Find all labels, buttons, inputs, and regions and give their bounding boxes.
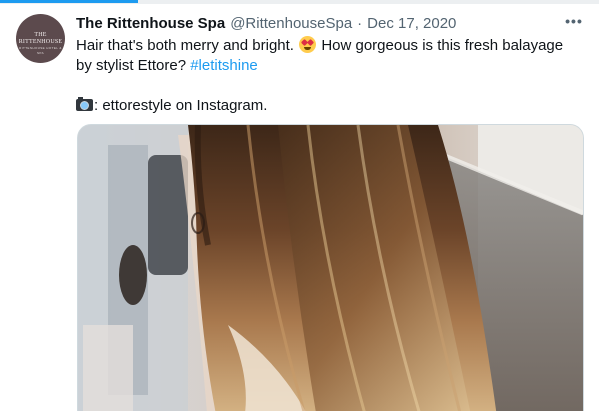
tab-underline-accent [0,0,138,3]
display-name[interactable]: The Rittenhouse Spa [76,15,225,32]
tweet-text-segment: Hair that's both merry and bright. [76,37,294,54]
heart-eyes-emoji-icon [299,36,317,53]
user-handle[interactable]: @RittenhouseSpa [230,15,352,32]
tweet-text: Hair that's both merry and bright. How g… [76,36,586,116]
tweet-text-line-3: : ettorestyle on Instagram. [76,96,586,116]
tweet-text-segment: How gorgeous is this fresh balayage [321,37,564,54]
tweet-date[interactable]: Dec 17, 2020 [367,15,456,32]
hashtag-link[interactable]: #letitshine [190,57,258,74]
tweet-text-segment: by stylist Ettore? [76,57,187,74]
more-options-button[interactable]: ••• [562,13,586,33]
separator-dot: · [357,14,363,32]
tweet-text-line-1: Hair that's both merry and bright. How g… [76,36,586,56]
tweet-header: The Rittenhouse Spa @RittenhouseSpa · De… [76,13,456,33]
tweet-photo[interactable] [77,124,584,411]
avatar-logo-subtitle: RITTENHOUSE HOTEL & SPA [19,46,62,55]
balayage-hair-photo [78,125,583,411]
camera-emoji-icon [76,97,93,111]
avatar-logo-text: THE RITTENHOUSE [18,32,63,45]
avatar[interactable]: THE RITTENHOUSE RITTENHOUSE HOTEL & SPA [16,14,65,63]
tweet-text-line-2: by stylist Ettore? #letitshine [76,56,586,76]
photo-credit-text: : ettorestyle on Instagram. [94,97,268,114]
tweet-page: THE RITTENHOUSE RITTENHOUSE HOTEL & SPA … [0,0,599,411]
